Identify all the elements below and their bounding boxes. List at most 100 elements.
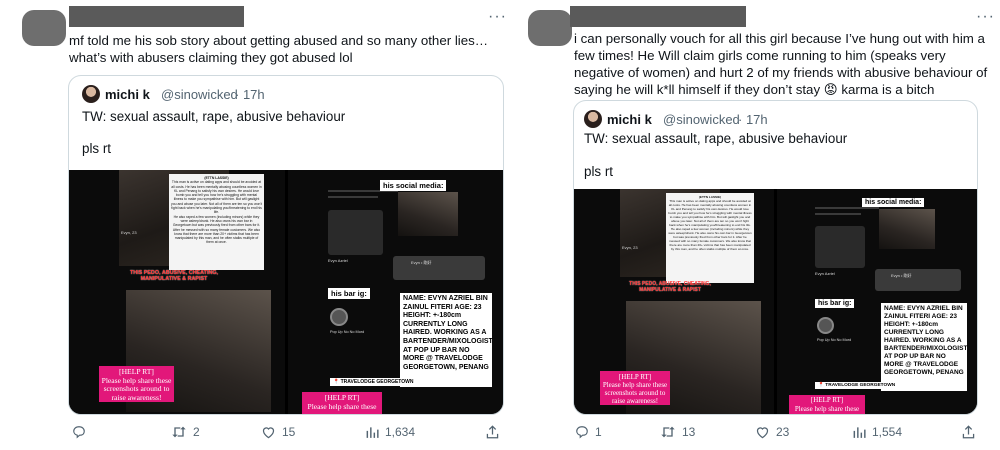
notice-body: This man is active on dating apps and sh…	[668, 199, 752, 227]
reply-icon	[576, 426, 588, 439]
repost-count: 13	[682, 425, 696, 439]
tweet-text: mf told me his sob story about getting a…	[69, 33, 489, 65]
reply-count: 1	[595, 425, 602, 439]
banner-body: Please help share these screenshots arou…	[101, 375, 172, 402]
repost-count: 2	[193, 425, 200, 439]
quote-author-handle: @sinowicked	[161, 87, 238, 102]
quote-timestamp[interactable]: · 17h	[235, 87, 265, 102]
quote-plsrt-line: pls rt	[82, 141, 112, 156]
like-button[interactable]: 15	[261, 425, 295, 439]
help-rt-banner: [HELP RT] Please help share these screen…	[600, 371, 670, 405]
quote-avatar[interactable]	[82, 85, 100, 103]
more-options-icon[interactable]: ···	[976, 8, 995, 26]
insta-name: Evyn Azriel	[328, 258, 348, 263]
venue-logo	[817, 317, 834, 334]
evyn-tag-card: Evyn • 剛好	[875, 269, 961, 291]
help-rt-banner: [HELP RT] Please help share these screen…	[99, 366, 174, 402]
media-image-2[interactable]: his social media: Evyn Azriel Evyn • 剛好 …	[288, 170, 503, 414]
author-name-redacted[interactable]	[69, 6, 244, 27]
banner-body: Please help share these screenshots arou…	[602, 381, 668, 405]
insta-photo	[879, 209, 935, 249]
insta-name: Evyn Azriel	[815, 271, 835, 276]
insta-thumbnail	[328, 210, 383, 255]
tweet-text: i can personally vouch for all this girl…	[574, 31, 988, 97]
author-avatar-redacted[interactable]	[22, 10, 66, 46]
insta-photo	[398, 192, 458, 236]
quote-media[interactable]: (ETTN LASSIE) This man is active on dati…	[69, 170, 503, 414]
location-tag: 📍 TRAVELODGE GEORGETOWN	[330, 378, 417, 386]
details-box: NAME: EVYN AZRIEL BIN ZAINUL FITERI AGE:…	[881, 303, 967, 391]
views-button[interactable]: 1,554	[852, 425, 902, 439]
banner-body-2: Please help share these	[307, 402, 377, 411]
view-count: 1,634	[385, 425, 416, 439]
quote-avatar[interactable]	[584, 110, 602, 128]
evyn-tag-card: Evyn • 剛好	[393, 256, 485, 280]
repost-button[interactable]: 13	[660, 425, 695, 439]
notice-body: This man is active on dating apps and sh…	[171, 180, 262, 215]
banner-title-2: [HELP RT]	[324, 393, 360, 402]
like-count: 15	[282, 425, 296, 439]
share-icon	[486, 425, 499, 439]
venue-name: Pop Up No No Mord	[817, 338, 852, 342]
quote-plsrt-line: pls rt	[584, 164, 614, 179]
bar-ig-label: his bar ig:	[815, 299, 855, 308]
social-media-label: his social media:	[862, 198, 925, 207]
banner-body-2: Please help share these	[794, 404, 860, 413]
help-rt-banner-2: [HELP RT] Please help share these	[789, 395, 865, 414]
tweet-right[interactable]: ··· i can personally vouch for all this …	[520, 0, 998, 450]
heart-icon	[262, 427, 275, 439]
notice-body-2: He also raped a few women (including min…	[172, 214, 261, 245]
evyn-tag-text: Evyn • 剛好	[411, 260, 432, 265]
banner-title-2: [HELP RT]	[810, 396, 844, 404]
like-button[interactable]: 23	[755, 425, 789, 439]
views-icon	[853, 427, 866, 438]
quote-author-name[interactable]: michi k	[105, 87, 150, 102]
view-count: 1,554	[872, 425, 903, 439]
bar-ig-label: his bar ig:	[328, 288, 370, 299]
views-icon	[366, 427, 379, 438]
tweet-left[interactable]: ··· mf told me his sob story about getti…	[10, 0, 515, 450]
quote-author-handle: @sinowicked	[663, 112, 740, 127]
insta-thumbnail	[815, 226, 865, 268]
repost-icon	[661, 426, 675, 438]
quote-tw-line: TW: sexual assault, rape, abusive behavi…	[82, 109, 346, 124]
media-image-1[interactable]: (ETTN LASSIE) This man is active on dati…	[574, 189, 774, 414]
share-icon	[962, 425, 975, 439]
quote-author-name[interactable]: michi k	[607, 112, 652, 127]
quoted-tweet[interactable]: michi k @sinowicked · 17h TW: sexual ass…	[573, 100, 978, 415]
author-name-redacted[interactable]	[570, 6, 746, 27]
repost-icon	[172, 426, 186, 438]
more-options-icon[interactable]: ···	[488, 8, 507, 26]
like-count: 23	[776, 425, 790, 439]
profile-name: Evyn, 23	[622, 245, 638, 250]
venue-logo	[330, 308, 348, 326]
location-tag: 📍 TRAVELODGE GEORGETOWN	[815, 382, 899, 389]
reply-button[interactable]	[72, 425, 92, 439]
media-image-2[interactable]: his social media: Evyn Azriel Evyn • 剛好 …	[777, 189, 977, 414]
notice-body-2: He also raped a few women (including min…	[668, 227, 752, 251]
author-avatar-redacted[interactable]	[528, 10, 572, 46]
reply-button[interactable]: 1	[575, 425, 602, 439]
social-media-label: his social media:	[380, 180, 447, 191]
share-button[interactable]	[962, 425, 975, 439]
evyn-tag-text: Evyn • 剛好	[891, 273, 912, 278]
venue-name: Pop Up No No Mord	[330, 330, 365, 334]
help-rt-banner-2: [HELP RT] Please help share these	[302, 392, 382, 414]
views-button[interactable]: 1,634	[365, 425, 415, 439]
banner-title: [HELP RT]	[618, 373, 652, 381]
reply-icon	[73, 426, 85, 439]
repost-button[interactable]: 2	[171, 425, 200, 439]
warning-red-text: THIS PEDO, ABUSIVE, CHEATING, MANIPULATI…	[629, 281, 711, 293]
share-button[interactable]	[486, 425, 499, 439]
quoted-tweet[interactable]: michi k @sinowicked · 17h TW: sexual ass…	[68, 75, 504, 415]
quote-tw-line: TW: sexual assault, rape, abusive behavi…	[584, 131, 848, 146]
details-box: NAME: EVYN AZRIEL BIN ZAINUL FITERI AGE:…	[400, 293, 493, 387]
warning-notice: (ETTN LASSIE) This man is active on dati…	[169, 174, 264, 270]
media-image-1[interactable]: (ETTN LASSIE) This man is active on dati…	[69, 170, 285, 414]
warning-notice: (ETTN LASSIE) This man is active on dati…	[666, 193, 754, 283]
quote-timestamp[interactable]: · 17h	[738, 112, 768, 127]
warning-red-text: THIS PEDO, ABUSIVE, CHEATING, MANIPULATI…	[129, 270, 219, 283]
profile-name: Evyn, 23	[121, 230, 137, 235]
quote-media[interactable]: (ETTN LASSIE) This man is active on dati…	[574, 189, 977, 414]
heart-icon	[756, 427, 769, 439]
